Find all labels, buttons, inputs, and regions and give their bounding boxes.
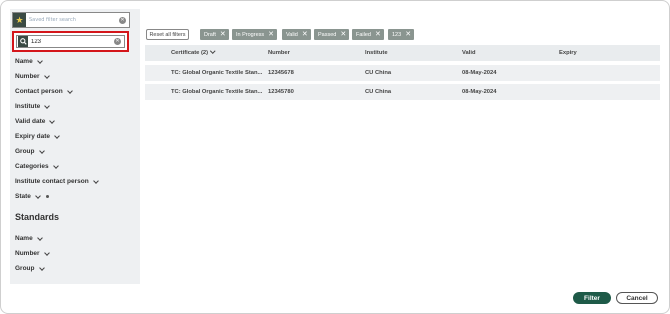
- star-icon[interactable]: ★: [13, 13, 26, 27]
- cell-institute: CU China: [365, 70, 392, 76]
- chip-label: 123: [392, 31, 402, 38]
- standards-filter-name[interactable]: Name: [15, 234, 43, 242]
- filter-categories[interactable]: Categories: [15, 162, 59, 170]
- filter-label: Contact person: [15, 88, 63, 95]
- filter-valid-date[interactable]: Valid date: [15, 117, 56, 125]
- cell-valid: 08-May-2024: [462, 89, 497, 95]
- standards-filter-number[interactable]: Number: [15, 249, 50, 257]
- chevron-down-icon: [36, 57, 43, 64]
- filter-name[interactable]: Name: [15, 57, 43, 65]
- remove-chip-icon[interactable]: ✕: [405, 31, 411, 38]
- saved-filter-search[interactable]: ★ Saved filter search ✕: [12, 12, 130, 28]
- filter-label: Institute: [15, 103, 41, 110]
- table-row[interactable]: TC: Global Organic Textile Stan... 12345…: [145, 65, 660, 81]
- saved-search-placeholder: Saved filter search: [29, 17, 76, 23]
- filter-label: Valid date: [15, 118, 46, 125]
- remove-chip-icon[interactable]: ✕: [340, 31, 346, 38]
- filter-contact-person[interactable]: Contact person: [15, 87, 73, 95]
- search-box[interactable]: ✕: [16, 35, 125, 48]
- chip-123: 123 ✕: [388, 29, 415, 40]
- search-highlight: ✕: [12, 31, 129, 52]
- table-header: Certificate (2) Number Institute Valid E…: [145, 45, 660, 61]
- filter-number[interactable]: Number: [15, 72, 50, 80]
- clear-search-icon[interactable]: ✕: [114, 38, 121, 45]
- cell-institute: CU China: [365, 89, 392, 95]
- chevron-down-icon: [54, 132, 60, 139]
- remove-chip-icon[interactable]: ✕: [268, 31, 274, 38]
- remove-chip-icon[interactable]: ✕: [220, 31, 226, 38]
- column-institute[interactable]: Institute: [365, 45, 388, 61]
- filter-state[interactable]: State: [15, 192, 49, 200]
- chip-label: Failed: [356, 31, 371, 38]
- chevron-down-icon: [38, 264, 45, 271]
- column-certificate[interactable]: Certificate (2): [171, 45, 267, 61]
- filter-sidebar: ★ Saved filter search ✕ ✕ Name Number Co…: [10, 9, 140, 284]
- chevron-down-icon: [66, 87, 73, 94]
- column-label: Certificate (2): [171, 50, 209, 56]
- filter-label: Name: [15, 58, 33, 65]
- reset-all-filters-button[interactable]: Reset all filters: [146, 29, 189, 40]
- filter-label: Number: [15, 73, 40, 80]
- remove-chip-icon[interactable]: ✕: [375, 31, 381, 38]
- filter-expiry-date[interactable]: Expiry date: [15, 132, 60, 140]
- chip-draft: Draft ✕: [200, 29, 229, 40]
- chevron-down-icon: [49, 117, 56, 124]
- filter-label: Categories: [15, 163, 49, 170]
- standards-filter-group[interactable]: Group: [15, 264, 45, 272]
- chip-label: Passed: [318, 31, 337, 38]
- filter-label: Group: [15, 265, 35, 272]
- chip-passed: Passed ✕: [314, 29, 350, 40]
- cancel-button[interactable]: Cancel: [616, 292, 658, 304]
- chip-valid: Valid ✕: [282, 29, 311, 40]
- chip-label: Draft: [204, 31, 216, 38]
- column-number[interactable]: Number: [268, 45, 290, 61]
- chevron-down-icon: [43, 72, 50, 79]
- chevron-down-icon: [36, 234, 43, 241]
- chevron-down-icon: [44, 102, 51, 109]
- search-icon[interactable]: [18, 36, 28, 47]
- chevron-down-icon: [38, 147, 45, 154]
- chip-label: In Progress: [236, 31, 265, 38]
- cell-certificate: TC: Global Organic Textile Stan...: [171, 89, 263, 95]
- chip-label: Valid: [286, 31, 298, 38]
- filter-label: Number: [15, 250, 40, 257]
- column-valid[interactable]: Valid: [462, 45, 476, 61]
- search-input[interactable]: [28, 36, 114, 47]
- filter-button[interactable]: Filter: [573, 292, 611, 304]
- filter-label: Name: [15, 235, 33, 242]
- standards-title: Standards: [15, 212, 60, 222]
- remove-chip-icon[interactable]: ✕: [302, 31, 308, 38]
- table-row[interactable]: TC: Global Organic Textile Stan... 12345…: [145, 84, 660, 100]
- filter-group[interactable]: Group: [15, 147, 45, 155]
- filter-label: Expiry date: [15, 133, 51, 140]
- cell-number: 12345678: [268, 70, 294, 76]
- cell-certificate: TC: Global Organic Textile Stan...: [171, 70, 263, 76]
- filter-institute-contact-person[interactable]: Institute contact person: [15, 177, 99, 185]
- filter-label: Group: [15, 148, 35, 155]
- chevron-down-icon: [52, 162, 59, 169]
- column-expiry[interactable]: Expiry: [559, 45, 577, 61]
- chevron-down-icon: [210, 48, 216, 54]
- chip-in-progress: In Progress ✕: [232, 29, 277, 40]
- chevron-down-icon: [92, 177, 99, 184]
- filter-dialog: ★ Saved filter search ✕ ✕ Name Number Co…: [0, 0, 670, 314]
- cell-number: 12345780: [268, 89, 294, 95]
- filter-label: Institute contact person: [15, 178, 89, 185]
- filter-label: State: [15, 193, 31, 200]
- cell-valid: 08-May-2024: [462, 70, 497, 76]
- chip-failed: Failed ✕: [352, 29, 384, 40]
- chevron-down-icon: [43, 249, 50, 256]
- chevron-down-icon: [35, 192, 41, 199]
- active-filter-dot: [45, 195, 49, 198]
- filter-institute[interactable]: Institute: [15, 102, 51, 110]
- clear-icon[interactable]: ✕: [119, 16, 126, 24]
